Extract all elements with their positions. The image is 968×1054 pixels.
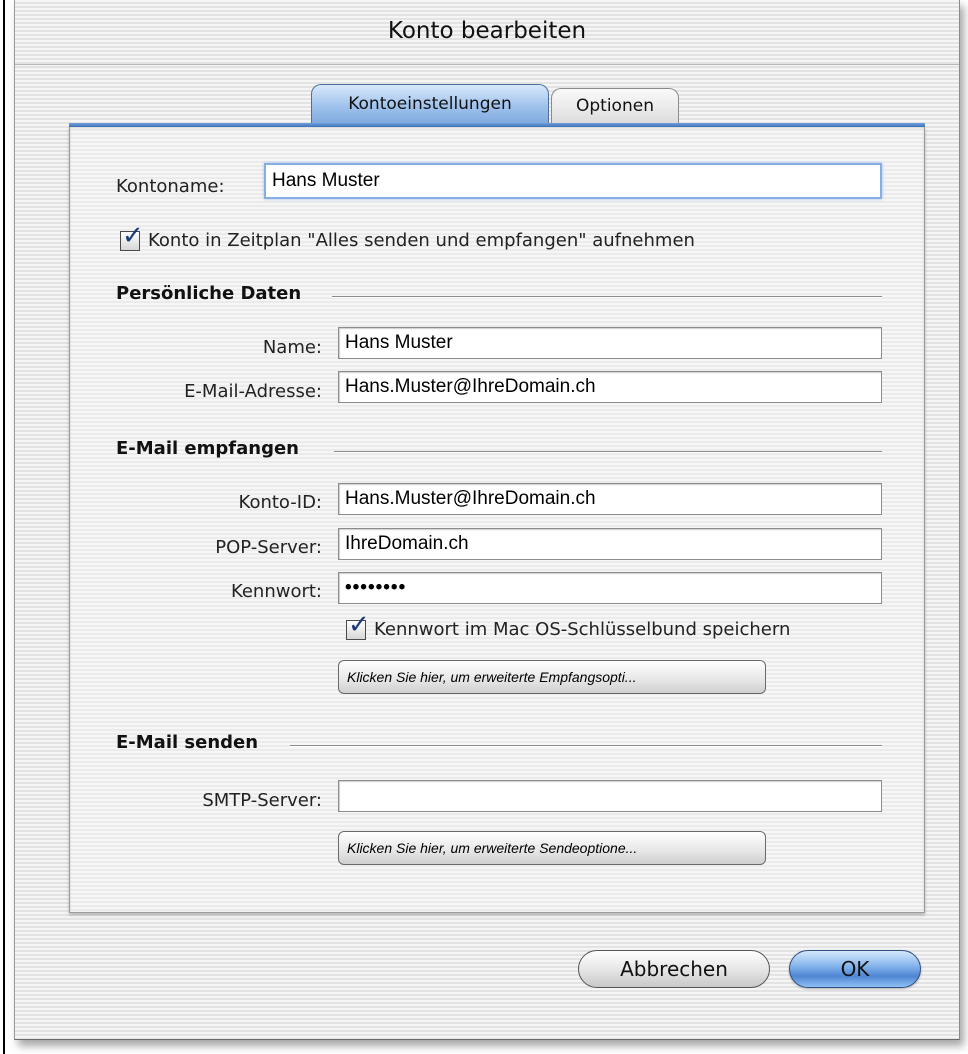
name-field[interactable]: Hans Muster (338, 327, 882, 359)
smtp-server-field[interactable] (338, 780, 882, 812)
email-field[interactable]: Hans.Muster@IhreDomain.ch (338, 371, 882, 403)
section-title-receive: E-Mail empfangen (116, 438, 299, 459)
pop-server-label: POP-Server: (215, 537, 322, 558)
ok-button[interactable]: OK (789, 950, 921, 988)
keychain-checkbox-label[interactable]: Kennwort im Mac OS-Schlüsselbund speiche… (374, 619, 790, 640)
section-title-personal: Persönliche Daten (116, 283, 302, 304)
section-divider (334, 451, 882, 453)
pop-server-field[interactable]: IhreDomain.ch (338, 528, 882, 560)
account-name-field[interactable]: Hans Muster (264, 163, 882, 199)
email-label: E-Mail-Adresse: (184, 381, 322, 402)
account-name-label: Kontoname: (116, 176, 225, 197)
advanced-send-options-button[interactable]: Klicken Sie hier, um erweiterte Sendeopt… (338, 831, 766, 865)
checkmark-icon: ✓ (122, 221, 144, 251)
password-label: Kennwort: (230, 581, 322, 602)
schedule-checkbox-label[interactable]: Konto in Zeitplan "Alles senden und empf… (148, 230, 695, 251)
section-divider (332, 296, 882, 298)
schedule-checkbox[interactable]: ✓ (120, 223, 144, 251)
window-edge-line (3, 0, 5, 1054)
account-id-label: Konto-ID: (238, 492, 322, 513)
advanced-receive-options-button[interactable]: Klicken Sie hier, um erweiterte Empfangs… (338, 660, 766, 694)
keychain-checkbox[interactable]: ✓ (346, 612, 370, 640)
section-title-send: E-Mail senden (116, 732, 259, 753)
checkmark-icon: ✓ (348, 610, 370, 640)
titlebar[interactable]: Konto bearbeiten (15, 0, 959, 65)
account-settings-panel: Kontoname: Hans Muster ✓ Konto in Zeitpl… (69, 127, 925, 913)
edit-account-dialog: Konto bearbeiten Kontoeinstellungen Opti… (14, 0, 960, 1040)
tab-options[interactable]: Optionen (551, 88, 679, 124)
section-divider (290, 745, 882, 747)
name-label: Name: (262, 337, 322, 358)
cancel-button[interactable]: Abbrechen (578, 950, 770, 988)
window-title: Konto bearbeiten (387, 18, 587, 44)
account-id-field[interactable]: Hans.Muster@IhreDomain.ch (338, 483, 882, 515)
smtp-server-label: SMTP-Server: (202, 790, 322, 811)
password-field[interactable]: •••••••• (338, 572, 882, 604)
tab-account-settings[interactable]: Kontoeinstellungen (311, 84, 549, 124)
